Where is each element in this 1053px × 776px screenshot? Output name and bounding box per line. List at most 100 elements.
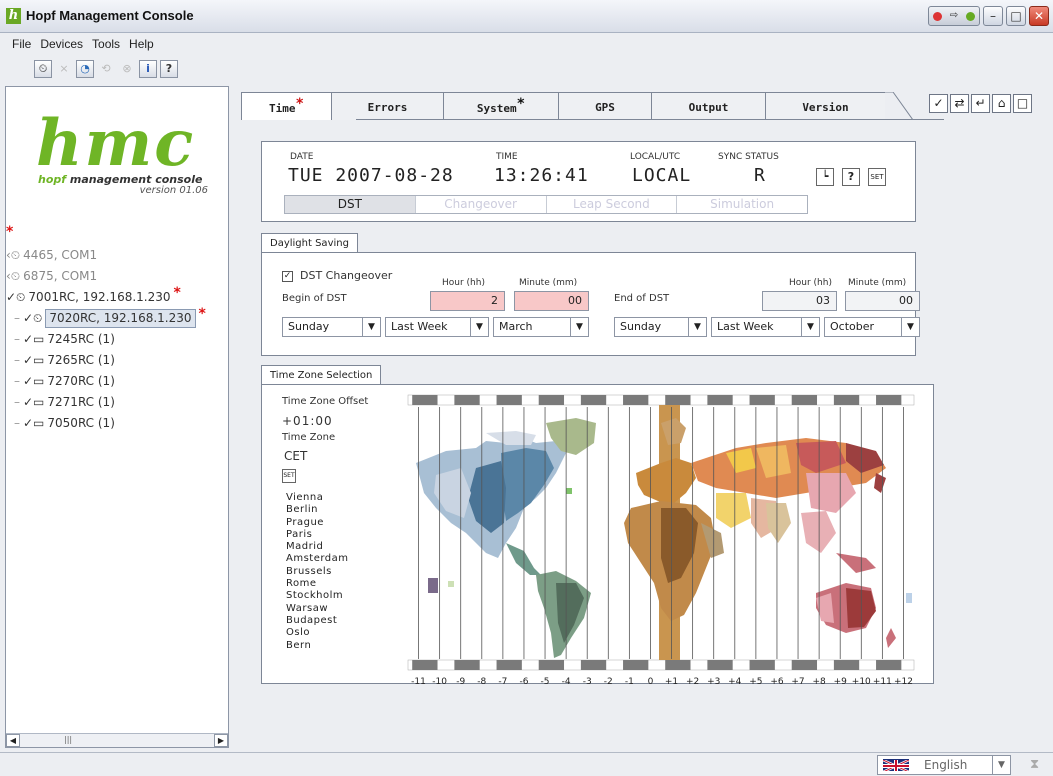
end-day-select[interactable]: Sunday ▼ (614, 317, 707, 337)
segment-dst: DST (285, 196, 416, 213)
time-value: 13:26:41 (494, 165, 589, 186)
refresh-icon[interactable]: ◔ (76, 60, 94, 78)
help-icon[interactable]: ? (160, 60, 178, 78)
hmc-logo: hmc hopf management console version 01.0… (36, 106, 208, 197)
world-timezone-map[interactable] (406, 393, 918, 681)
axis-tick-label: +9 (833, 677, 847, 687)
segment-simulation: Simulation (710, 197, 775, 211)
strip-cell (454, 660, 480, 670)
tab-gps[interactable]: GPS (558, 92, 651, 120)
tree-item[interactable]: ✓⏲ 7001RC, 192.168.1.230 * (6, 285, 228, 308)
menu-file[interactable]: File (12, 34, 31, 54)
localutc-value: LOCAL (632, 165, 692, 186)
axis-tick-label: 0 (647, 677, 654, 687)
tree-item[interactable]: – ✓▭ 7270RC (1) (6, 371, 228, 392)
begin-minute-field[interactable]: 00 (514, 291, 589, 311)
record-button[interactable]: ⇨ (928, 6, 980, 26)
tab-time[interactable]: Time* (241, 92, 331, 120)
menu-bar: File Devices Tools Help (0, 34, 1053, 54)
axis-tick-label: +10 (851, 677, 871, 687)
strip-cell (454, 395, 480, 405)
axis-tick-label: -6 (519, 677, 529, 687)
strip-cell (623, 395, 649, 405)
tree-item[interactable]: – ✓▭ 7245RC (1) (6, 329, 228, 350)
strip-cell (876, 660, 902, 670)
tab-errors[interactable]: Errors (331, 92, 443, 120)
minimize-button[interactable]: – (983, 6, 1003, 26)
connect-icon[interactable]: ⟲ (97, 60, 115, 78)
strip-cell (412, 395, 438, 405)
axis-tick-label: +8 (812, 677, 826, 687)
axis-tick-label: -3 (582, 677, 592, 687)
info-icon[interactable]: i (139, 60, 157, 78)
menu-devices[interactable]: Devices (40, 34, 83, 54)
check-icon[interactable]: ✓ (929, 94, 948, 113)
tree-item-selected[interactable]: – ✓⏲ 7020RC, 192.168.1.230 * (6, 306, 228, 329)
menu-help[interactable]: Help (129, 34, 154, 54)
chevron-down-icon[interactable]: ▼ (992, 756, 1010, 774)
device-tree: * ‹⏲ 4465, COM1 ‹⏲ 6875, COM1 ✓⏲ 7001RC, 19… (6, 224, 228, 434)
zone-value: CET (284, 449, 308, 463)
set-button[interactable]: SET (868, 168, 886, 186)
root-error-marker: * (6, 223, 14, 240)
tree-item[interactable]: ‹⏲ 4465, COM1 (6, 245, 228, 266)
menu-tools[interactable]: Tools (92, 34, 120, 54)
city-list: Vienna Berlin Prague Paris Madrid Amsterdam … (286, 492, 349, 651)
axis-tick-label: -10 (432, 677, 447, 687)
end-hour-field[interactable]: 03 (762, 291, 837, 311)
scroll-right-icon[interactable]: ▶ (214, 734, 228, 747)
window-title: Hopf Management Console (26, 8, 194, 23)
help-button[interactable]: ? (842, 168, 860, 186)
begin-hour-field[interactable]: 2 (430, 291, 505, 311)
end-week-select[interactable]: Last Week ▼ (711, 317, 820, 337)
begin-month-select[interactable]: March ▼ (493, 317, 589, 337)
clock-icon[interactable]: ⏲ (34, 60, 52, 78)
tab-output[interactable]: Output (651, 92, 765, 120)
utc-toggle-icon[interactable]: ┕ (816, 168, 834, 186)
axis-tick-label: +4 (728, 677, 742, 687)
end-minute-field[interactable]: 00 (845, 291, 920, 311)
axis-tick-label: -7 (498, 677, 508, 687)
axis-tick-label: +5 (749, 677, 763, 687)
strip-cell (496, 660, 522, 670)
remove-icon[interactable]: × (55, 60, 73, 78)
window-icon[interactable]: □ (1013, 94, 1032, 113)
tab-edge (885, 92, 913, 120)
axis-tick-label: +1 (664, 677, 679, 687)
close-button[interactable]: ✕ (1029, 6, 1049, 26)
tree-item[interactable]: – ✓▭ 7050RC (1) (6, 413, 228, 434)
tree-item[interactable]: ‹⏲ 6875, COM1 (6, 266, 228, 287)
axis-tick-label: +11 (872, 677, 892, 687)
axis-tick-label: +12 (893, 677, 913, 687)
tree-item[interactable]: – ✓▭ 7265RC (1) (6, 350, 228, 371)
folder-icon[interactable]: ⌂ (992, 94, 1011, 113)
axis-tick-label: +7 (791, 677, 805, 687)
axis-tick-label: -11 (411, 677, 426, 687)
sync-icon[interactable]: ⇄ (950, 94, 969, 113)
scroll-left-icon[interactable]: ◀ (6, 734, 20, 747)
axis-tick-label: +2 (685, 677, 700, 687)
language-select[interactable]: English ▼ (877, 755, 1011, 775)
tz-set-button[interactable]: SET (282, 469, 296, 483)
begin-week-select[interactable]: Last Week ▼ (385, 317, 489, 337)
sync-status-value: R (754, 165, 766, 186)
tree-item[interactable]: – ✓▭ 7271RC (1) (6, 392, 228, 413)
axis-tick-label: -1 (624, 677, 634, 687)
timezone-box: Time Zone Offset +01:00 Time Zone CET SE… (261, 384, 934, 687)
tab-strip: Time* Errors System* GPS Output Version (231, 92, 926, 120)
strip-cell (791, 660, 818, 670)
end-month-select[interactable]: October ▼ (824, 317, 920, 337)
disconnect-icon[interactable]: ⊗ (118, 60, 136, 78)
strip-cell (623, 660, 649, 670)
strip-cell (707, 660, 733, 670)
tab-system[interactable]: System* (443, 92, 558, 120)
maximize-button[interactable]: □ (1006, 6, 1026, 26)
strip-cell (707, 395, 733, 405)
horizontal-scrollbar[interactable]: ◀ ||| ▶ (6, 733, 228, 747)
return-icon[interactable]: ↵ (971, 94, 990, 113)
status-segments: DST Changeover Leap Second Simulation (284, 195, 808, 214)
tab-version[interactable]: Version (765, 92, 885, 120)
app-icon: h (6, 8, 21, 24)
begin-day-select[interactable]: Sunday ▼ (282, 317, 381, 337)
dst-checkbox[interactable]: ✓ (282, 271, 293, 282)
